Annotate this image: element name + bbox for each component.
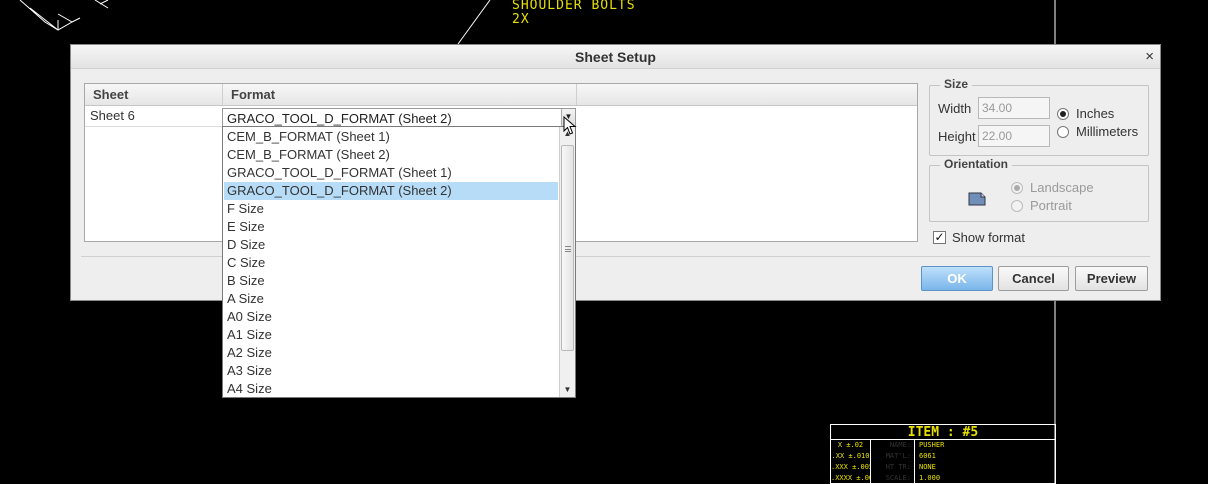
height-label: Height (938, 129, 976, 144)
column-header-format[interactable]: Format (223, 84, 577, 105)
scroll-thumb[interactable] (561, 145, 574, 351)
width-label: Width (938, 101, 972, 116)
dropdown-option[interactable]: A3 Size (224, 362, 558, 380)
orientation-group: Orientation Landscape Portrait (929, 157, 1149, 222)
cad-title-block: ITEM : #5 X ±.02 .XX ±.010 .XXX ±.005 .X… (830, 424, 1056, 484)
dropdown-option[interactable]: B Size (224, 272, 558, 290)
dropdown-option[interactable]: A0 Size (224, 308, 558, 326)
title-block-item: ITEM : #5 (831, 425, 1055, 440)
tolerance-line: .XXXX ±.0005 (831, 474, 870, 482)
dropdown-option[interactable]: GRACO_TOOL_D_FORMAT (Sheet 1) (224, 164, 558, 182)
millimeters-label[interactable]: Millimeters (1076, 124, 1138, 139)
dropdown-option[interactable]: A1 Size (224, 326, 558, 344)
width-field[interactable]: 34.00 (978, 97, 1050, 119)
table-row-sheet-cell[interactable]: Sheet 6 (90, 106, 135, 126)
portrait-label[interactable]: Portrait (1030, 198, 1072, 213)
title-block-value: NONE (919, 463, 936, 471)
checkmark-icon: ✓ (934, 230, 945, 244)
dialog-titlebar[interactable]: Sheet Setup × (71, 45, 1160, 69)
title-block-labels: NAME: MAT'L: HT TR: SCALE: (872, 440, 915, 483)
dropdown-option[interactable]: D Size (224, 236, 558, 254)
dialog-title: Sheet Setup (575, 49, 656, 65)
landscape-radio[interactable] (1011, 182, 1023, 194)
cad-note-shoulder-bolts: SHOULDER BOLTS (512, 0, 636, 13)
cancel-button[interactable]: Cancel (998, 266, 1069, 291)
close-icon[interactable]: × (1145, 48, 1154, 65)
table-header: Sheet Format (85, 84, 917, 106)
tolerance-line: .XXX ±.005 (831, 463, 870, 471)
tolerance-line: .XX ±.010 (831, 452, 870, 460)
format-dropdown-list[interactable]: CEM_B_FORMAT (Sheet 1) CEM_B_FORMAT (She… (222, 126, 576, 398)
title-block-tolerances: X ±.02 .XX ±.010 .XXX ±.005 .XXXX ±.0005 (831, 440, 871, 483)
ok-button[interactable]: OK (921, 266, 993, 291)
tolerance-line: X ±.02 (837, 441, 864, 449)
dropdown-option-selected[interactable]: GRACO_TOOL_D_FORMAT (Sheet 2) (224, 182, 558, 200)
show-format-label[interactable]: Show format (952, 230, 1025, 245)
dropdown-option[interactable]: E Size (224, 218, 558, 236)
inches-label[interactable]: Inches (1076, 106, 1114, 121)
column-header-sheet[interactable]: Sheet (85, 84, 223, 105)
grip-icon (565, 246, 571, 252)
height-field[interactable]: 22.00 (978, 125, 1050, 147)
title-block-label: SCALE: (885, 474, 911, 482)
portrait-radio[interactable] (1011, 200, 1023, 212)
size-group-title: Size (940, 77, 973, 91)
scroll-down-arrow-icon[interactable]: ▼ (560, 383, 575, 397)
mouse-pointer-icon (563, 116, 577, 135)
preview-button[interactable]: Preview (1075, 266, 1148, 291)
dropdown-option[interactable]: A2 Size (224, 344, 558, 362)
title-block-value: 1.000 (919, 474, 941, 482)
dropdown-option[interactable]: A Size (224, 290, 558, 308)
size-group: Size Width 34.00 Height 22.00 Inches Mil… (929, 77, 1149, 156)
millimeters-radio[interactable] (1057, 126, 1069, 138)
format-combobox[interactable]: GRACO_TOOL_D_FORMAT (Sheet 2) ▼ (222, 108, 576, 128)
dropdown-option[interactable]: C Size (224, 254, 558, 272)
title-block-value: PUSHER (919, 441, 945, 449)
orientation-group-title: Orientation (940, 157, 1013, 171)
dropdown-option[interactable]: F Size (224, 200, 558, 218)
title-block-value: 6061 (919, 452, 936, 460)
dropdown-scrollbar[interactable]: ▲ ▼ (559, 127, 575, 397)
landscape-label[interactable]: Landscape (1030, 180, 1094, 195)
title-block-values: PUSHER 6061 NONE 1.000 (917, 440, 1047, 483)
title-block-label: HT TR: (885, 463, 911, 471)
inches-radio[interactable] (1057, 108, 1069, 120)
show-format-checkbox[interactable]: ✓ (933, 231, 946, 244)
dropdown-option[interactable]: A4 Size (224, 380, 558, 398)
format-combobox-value: GRACO_TOOL_D_FORMAT (Sheet 2) (227, 111, 452, 126)
landscape-orientation-icon (968, 192, 986, 206)
title-block-label: NAME: (889, 441, 911, 449)
dropdown-option[interactable]: CEM_B_FORMAT (Sheet 2) (224, 146, 558, 164)
dropdown-option[interactable]: CEM_B_FORMAT (Sheet 1) (224, 128, 558, 146)
cad-note-quantity: 2X (512, 12, 530, 27)
title-block-label: MAT'L: (885, 452, 911, 460)
